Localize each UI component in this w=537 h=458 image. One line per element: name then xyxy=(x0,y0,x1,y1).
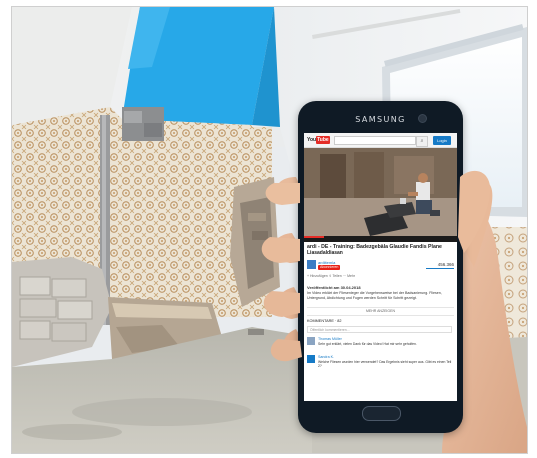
video-title-line2: Liasadaldiasan xyxy=(307,250,343,256)
signin-button[interactable]: Login xyxy=(433,136,451,145)
avatar[interactable] xyxy=(307,337,315,345)
home-button[interactable] xyxy=(362,406,401,421)
channel-row: ardiitemla Abonnieren 456.366 xyxy=(307,260,454,272)
youtube-header: YouTube ⌕ Login xyxy=(304,133,457,148)
video-actions[interactable]: + Hinzufügen ⇪ Teilen ··· Mehr xyxy=(307,274,454,280)
comment-item: Sandra K. Welche Fliesen wurden hier ver… xyxy=(307,355,454,369)
smartphone: SAMSUNG YouTube ⌕ Login ardi - DE - Trai… xyxy=(298,101,463,433)
video-description: Veröffentlicht am 30.04.2018 Im Video er… xyxy=(307,285,454,301)
front-camera-icon xyxy=(418,114,427,123)
description-text: Im Video erklärt der Fliesenleger die Vo… xyxy=(307,291,442,300)
comment-text: Sehr gut erklärt, vielen Dank für das Vi… xyxy=(318,342,417,346)
view-count: 456.366 xyxy=(437,262,454,267)
phone-brand-logo: SAMSUNG xyxy=(355,115,406,124)
search-input[interactable] xyxy=(334,136,416,145)
image-frame: SAMSUNG YouTube ⌕ Login ardi - DE - Trai… xyxy=(11,6,528,454)
comment-text: Welche Fliesen wurden hier verwendet? Da… xyxy=(318,360,452,368)
video-frame-worker-tiling xyxy=(304,148,457,236)
search-icon[interactable]: ⌕ xyxy=(416,136,428,147)
comment-author[interactable]: Thomas Müller xyxy=(318,337,342,341)
youtube-logo-tube: Tube xyxy=(316,136,330,144)
channel-avatar[interactable] xyxy=(307,260,316,269)
youtube-logo[interactable]: YouTube xyxy=(307,136,330,144)
comment-author[interactable]: Sandra K. xyxy=(318,355,334,359)
like-ratio-bar xyxy=(426,268,454,269)
video-progress-bar[interactable] xyxy=(304,236,457,242)
comment-item: Thomas Müller Sehr gut erklärt, vielen D… xyxy=(307,337,454,351)
avatar[interactable] xyxy=(307,355,315,363)
video-player[interactable] xyxy=(304,148,457,236)
publish-date: Veröffentlicht am 30.04.2018 xyxy=(307,285,361,290)
phone-screen: YouTube ⌕ Login ardi - DE - Training: Ba… xyxy=(304,133,457,401)
youtube-logo-you: You xyxy=(307,137,317,143)
comments-heading: KOMMENTARE · 82 xyxy=(307,319,342,323)
comment-input[interactable]: Öffentlich kommentieren... xyxy=(307,326,452,333)
subscribe-button[interactable]: Abonnieren xyxy=(318,265,341,270)
show-more-button[interactable]: MEHR ANZEIGEN xyxy=(307,307,454,316)
